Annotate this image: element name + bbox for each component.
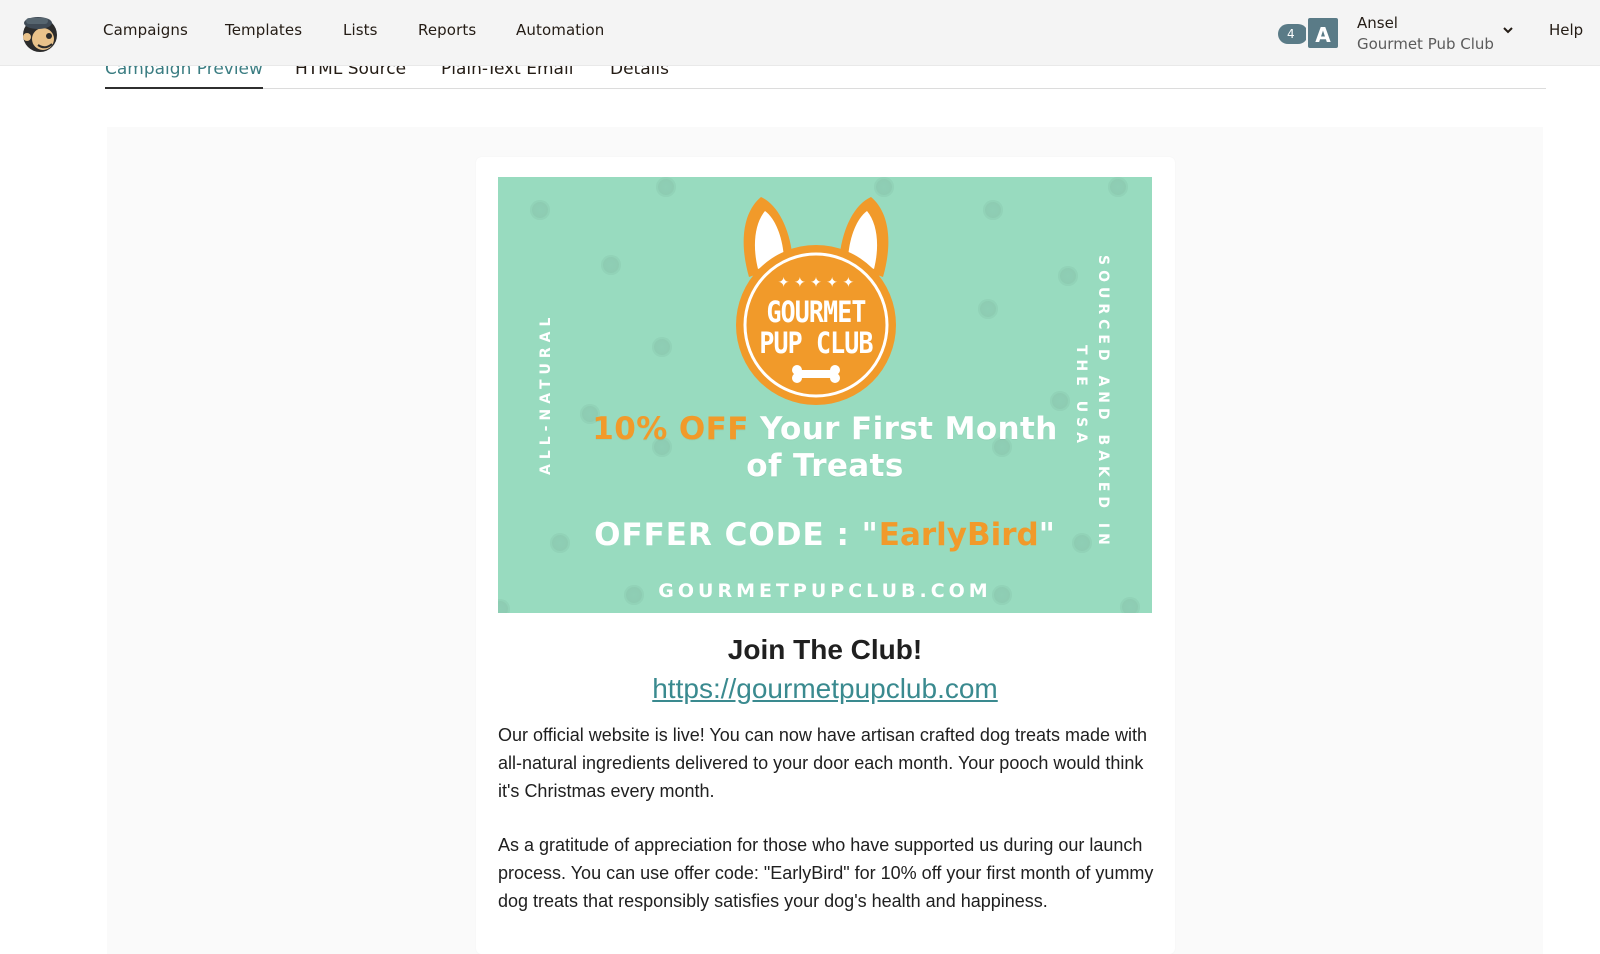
logo-text-line2: PUP CLUB — [759, 326, 873, 360]
offer-code-suffix: " — [1038, 517, 1056, 553]
dot-decoration — [530, 200, 550, 220]
email-paragraph-2: As a gratitude of appreciation for those… — [498, 835, 1154, 911]
gourmet-pup-club-logo: ✦ ✦ ✦ ✦ ✦ GOURMET PUP CLUB — [731, 187, 901, 407]
offer-highlight: 10% OFF — [592, 411, 749, 447]
sourced-line2: THE USA — [1073, 345, 1089, 448]
dot-decoration — [656, 177, 676, 197]
nav-lists[interactable]: Lists — [343, 21, 378, 39]
offer-code-value: EarlyBird — [878, 517, 1039, 553]
avatar: A — [1306, 16, 1340, 50]
account-switcher[interactable]: 4 A — [1278, 16, 1342, 50]
offer-headline: 10% OFF Your First Month of Treats — [498, 411, 1152, 485]
account-count-badge: 4 — [1278, 24, 1308, 44]
user-org[interactable]: Gourmet Pub Club — [1357, 35, 1494, 53]
offer-line1: Your First Month — [748, 411, 1058, 447]
email-website-link[interactable]: https://gourmetpupclub.com — [498, 673, 1152, 705]
email-paragraph-1: Our official website is live! You can no… — [498, 725, 1148, 801]
offer-code-prefix: OFFER CODE : " — [594, 517, 879, 553]
nav-campaigns[interactable]: Campaigns — [103, 21, 188, 39]
email-headline: Join The Club! — [727, 634, 923, 665]
nav-templates[interactable]: Templates — [225, 21, 302, 39]
sourced-text: SOURCED AND BAKED IN THE USA — [1070, 255, 1114, 550]
banner-site-url: GOURMETPUPCLUB.COM — [658, 580, 992, 602]
dot-decoration — [983, 200, 1003, 220]
offer-line2: of Treats — [746, 448, 904, 484]
chevron-down-icon[interactable] — [1500, 22, 1516, 38]
hero-banner-image: ✦ ✦ ✦ ✦ ✦ GOURMET PUP CLUB ALL-NATURAL S… — [498, 177, 1152, 613]
dot-decoration — [652, 337, 672, 357]
dot-decoration — [601, 255, 621, 275]
svg-text:✦ ✦ ✦ ✦ ✦: ✦ ✦ ✦ ✦ ✦ — [778, 275, 855, 291]
logo-text-line1: GOURMET — [766, 295, 866, 329]
sourced-line1: SOURCED AND BAKED IN — [1095, 255, 1111, 550]
offer-code: OFFER CODE : "EarlyBird" — [498, 517, 1152, 553]
top-navigation: Campaigns Templates Lists Reports Automa… — [0, 0, 1600, 66]
mailchimp-logo-icon[interactable] — [18, 9, 64, 55]
help-link[interactable]: Help — [1549, 21, 1583, 39]
dot-decoration — [1108, 177, 1128, 197]
nav-automation[interactable]: Automation — [516, 21, 604, 39]
dot-decoration — [1050, 391, 1070, 411]
user-name[interactable]: Ansel — [1357, 14, 1398, 32]
dot-decoration — [978, 299, 998, 319]
nav-reports[interactable]: Reports — [418, 21, 476, 39]
